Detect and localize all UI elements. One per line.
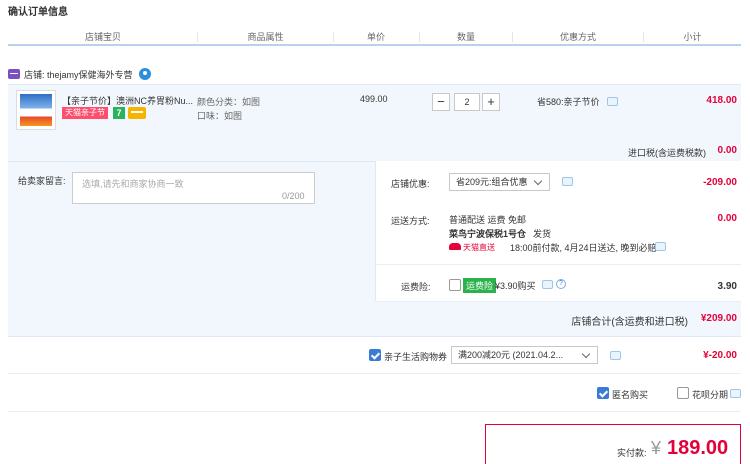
shipping-method: 普通配送 运费 免邮 [449, 215, 527, 225]
col-header-shop-items: 店铺宝贝 [84, 32, 121, 42]
shop-row: 店铺: thejamy保健海外专营 [8, 66, 151, 82]
shop-total-value: ¥209.00 [700, 313, 737, 324]
seller-note-label: 给卖家留言: [18, 176, 66, 186]
chevron-down-icon [533, 176, 543, 186]
shop-discount-select[interactable]: 省209元:组合优惠 [449, 173, 550, 191]
product-title-link[interactable]: 【亲子节价】澳洲NC养胃粉Nu... [62, 94, 194, 107]
col-header-subtotal: 小计 [683, 32, 702, 42]
seven-day-return-icon: 7 [113, 107, 125, 119]
item-promotion: 省580:亲子节价 [537, 97, 600, 107]
coupon-checkbox[interactable] [369, 349, 381, 361]
delivery-promise: 18:00前付款, 4月24日送达, 晚到必赔 [510, 243, 657, 253]
import-tax-value: 0.00 [717, 145, 737, 156]
seller-note-char-count: 0/200 [282, 191, 305, 201]
shop-discount-select-value: 省209元:组合优惠 [456, 177, 528, 187]
col-header-attributes: 商品属性 [247, 32, 284, 42]
shop-total-label: 店铺合计(含运费和进口税) [571, 317, 688, 328]
item-subtotal: 418.00 [706, 95, 737, 106]
quantity-input[interactable]: 2 [454, 93, 480, 111]
shipping-fee-value: 0.00 [717, 213, 737, 224]
tmall-parent-child-badge: 天猫亲子节 [62, 107, 108, 119]
insurance-tag: 运费险 [463, 278, 497, 293]
insurance-checkbox[interactable] [449, 279, 461, 291]
huabei-checkbox[interactable] [677, 387, 689, 399]
shipping-dispatch: 发货 [533, 229, 552, 239]
row-divider [8, 373, 741, 374]
quantity-decrease-button[interactable]: − [432, 93, 450, 111]
import-tax-label: 进口税(含运费税款) [628, 148, 706, 158]
tmall-direct-tag: 天猫直送 [463, 243, 495, 252]
coupon-select-value: 满200减20元 (2021.04.2... [458, 350, 564, 360]
unit-price: 499.00 [360, 94, 388, 104]
attr-color: 颜色分类：如图 [197, 97, 261, 107]
chevron-down-icon [581, 349, 591, 359]
row-divider [376, 301, 741, 302]
insurance-value: 3.90 [717, 281, 737, 292]
col-header-unit-price: 单价 [366, 32, 385, 42]
attr-taste: 口味：如图 [197, 111, 243, 121]
coupon-value: ¥-20.00 [703, 350, 737, 361]
help-icon[interactable]: ? [556, 279, 566, 289]
anonymous-label: 匿名购买 [612, 390, 649, 400]
payment-amount: 189.00 [667, 437, 729, 459]
product-thumbnail[interactable] [16, 90, 56, 130]
seller-note-placeholder: 选填,请先和商家协商一致 [82, 179, 184, 189]
quantity-increase-button[interactable]: + [482, 93, 500, 111]
payment-currency: ¥ [651, 438, 662, 458]
product-image [20, 94, 52, 126]
coupon-message-icon[interactable] [610, 351, 621, 360]
shop-icon [8, 69, 20, 79]
shop-name-link[interactable]: 店铺: thejamy保健海外专营 [24, 68, 133, 81]
coupon-label: 亲子生活购物券 [384, 352, 448, 362]
col-header-quantity: 数量 [456, 32, 475, 42]
credit-card-icon [128, 107, 146, 119]
shop-discount-value: -209.00 [703, 177, 737, 188]
payment-label: 实付款: [617, 448, 647, 458]
shop-discount-label: 店铺优惠: [391, 179, 430, 189]
promo-message-icon[interactable] [607, 97, 618, 106]
row-divider [376, 264, 741, 265]
discount-message-icon[interactable] [562, 177, 573, 186]
insurance-label: 运费险: [401, 282, 431, 292]
insurance-message-icon[interactable] [542, 280, 553, 289]
anonymous-checkbox[interactable] [597, 387, 609, 399]
wangwang-chat-icon[interactable] [138, 68, 151, 80]
row-divider [8, 411, 741, 412]
page-title: 确认订单信息 [8, 7, 68, 18]
huabei-message-icon[interactable] [730, 389, 741, 398]
huabei-label: 花呗分期 [692, 390, 729, 400]
shipping-warehouse: 菜鸟宁波保税1号仓 [449, 229, 527, 239]
shipping-message-icon[interactable] [655, 242, 666, 251]
header-divider [8, 44, 741, 46]
coupon-select[interactable]: 满200减20元 (2021.04.2... [451, 346, 598, 364]
col-header-discount: 优惠方式 [559, 32, 596, 42]
insurance-price: ¥3.90购买 [495, 281, 536, 291]
tmall-direct-icon [449, 243, 461, 250]
shipping-label: 运送方式: [391, 216, 430, 226]
